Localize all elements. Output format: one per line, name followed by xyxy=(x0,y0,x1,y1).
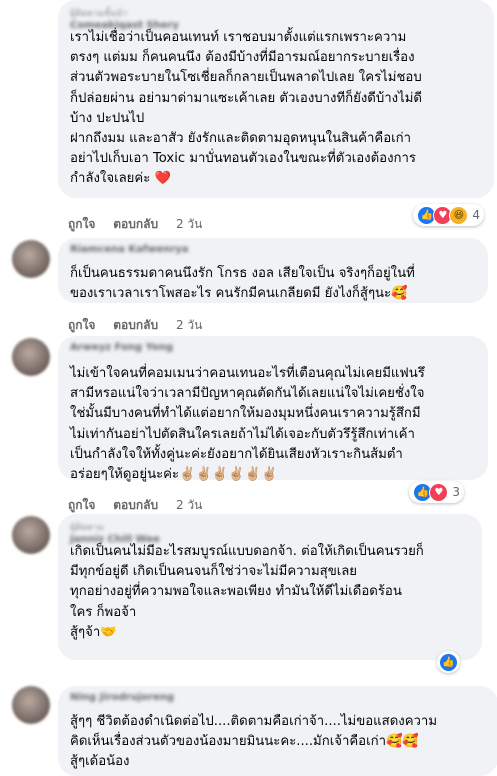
timestamp[interactable]: 2 วัน xyxy=(176,498,202,512)
like-button[interactable]: ถูกใจ xyxy=(68,217,95,231)
reaction-summary[interactable]: 👍 xyxy=(437,651,460,673)
comment-bubble: Ning Jirodrujoreng สู้ๆๆ ชีวิตต้องดำเนิด… xyxy=(58,686,497,776)
haha-icon: 😆 xyxy=(449,205,469,225)
reaction-count: 3 xyxy=(452,485,460,499)
comment-text: สู้ๆๆ ชีวิตต้องดำเนิดต่อไป....ติดตามคือเ… xyxy=(70,714,438,770)
comment-meta: ผู้ติดตามชั้นนำ Comeakiqast Shery xyxy=(70,6,482,31)
fan-badge: ผู้ติดตาม xyxy=(70,523,104,533)
comment-author[interactable]: Comeakiqast Shery xyxy=(70,20,482,31)
like-button[interactable]: ถูกใจ xyxy=(68,318,95,332)
reaction-summary[interactable]: 👍 ♥ 😆 4 xyxy=(413,204,484,226)
comment-author[interactable]: Janniz Chill Wee xyxy=(70,534,470,545)
like-button[interactable]: ถูกใจ xyxy=(68,498,95,512)
love-icon: ♥ xyxy=(429,482,449,502)
comment-text: เราไม่เชื่อว่าเป็นคอนเทนท์ เราชอบมาตั้งแ… xyxy=(70,30,422,187)
comment-bubble: Arweyz Fong Yong ไม่เข้าใจคนที่คอมเมนว่า… xyxy=(58,336,488,482)
comment-text: เกิดเป็นคนไม่มีอะไรสมบูรณ์แบบดอกจ้า. ต่อ… xyxy=(70,544,424,640)
comment-meta: Riamcena Kafwenrya xyxy=(70,244,476,260)
avatar[interactable] xyxy=(12,686,50,724)
comment-meta: ผู้ติดตาม Janniz Chill Wee xyxy=(70,520,470,545)
comment-text: ก็เป็นคนธรรมดาคนนึงรัก โกรธ งอล เสียใจเป… xyxy=(70,266,415,302)
timestamp[interactable]: 2 วัน xyxy=(176,318,202,332)
comment-actions: ถูกใจ ตอบกลับ 2 วัน xyxy=(68,496,216,515)
comment-bubble: Riamcena Kafwenrya ก็เป็นคนธรรมดาคนนึงรั… xyxy=(58,238,488,303)
comment-actions: ถูกใจ ตอบกลับ 2 วัน xyxy=(68,215,216,234)
comment-bubble: ผู้ติดตามชั้นนำ Comeakiqast Shery เราไม่… xyxy=(58,0,494,198)
top-fan-badge: ผู้ติดตามชั้นนำ xyxy=(70,9,128,19)
comment-meta: Ning Jirodrujoreng xyxy=(70,692,486,708)
comment-author[interactable]: Ning Jirodrujoreng xyxy=(70,692,486,703)
reaction-count: 4 xyxy=(472,208,480,222)
avatar[interactable] xyxy=(12,240,50,278)
comment-author[interactable]: Riamcena Kafwenrya xyxy=(70,244,476,255)
comment-actions: ถูกใจ ตอบกลับ 2 วัน xyxy=(68,316,216,335)
comment-meta: Arweyz Fong Yong xyxy=(70,342,476,358)
like-icon: 👍 xyxy=(439,652,458,672)
avatar[interactable] xyxy=(12,338,50,376)
comment-author[interactable]: Arweyz Fong Yong xyxy=(70,342,476,353)
reply-button[interactable]: ตอบกลับ xyxy=(113,498,158,512)
avatar[interactable] xyxy=(12,516,50,554)
comment-text: ไม่เข้าใจคนที่คอมเมนว่าคอนเทนอะไรที่เตือ… xyxy=(70,366,425,483)
reaction-summary[interactable]: 👍 ♥ 3 xyxy=(409,481,464,503)
reply-button[interactable]: ตอบกลับ xyxy=(113,217,158,231)
timestamp[interactable]: 2 วัน xyxy=(176,217,202,231)
reply-button[interactable]: ตอบกลับ xyxy=(113,318,158,332)
comment-bubble: ผู้ติดตาม Janniz Chill Wee เกิดเป็นคนไม่… xyxy=(58,514,482,660)
